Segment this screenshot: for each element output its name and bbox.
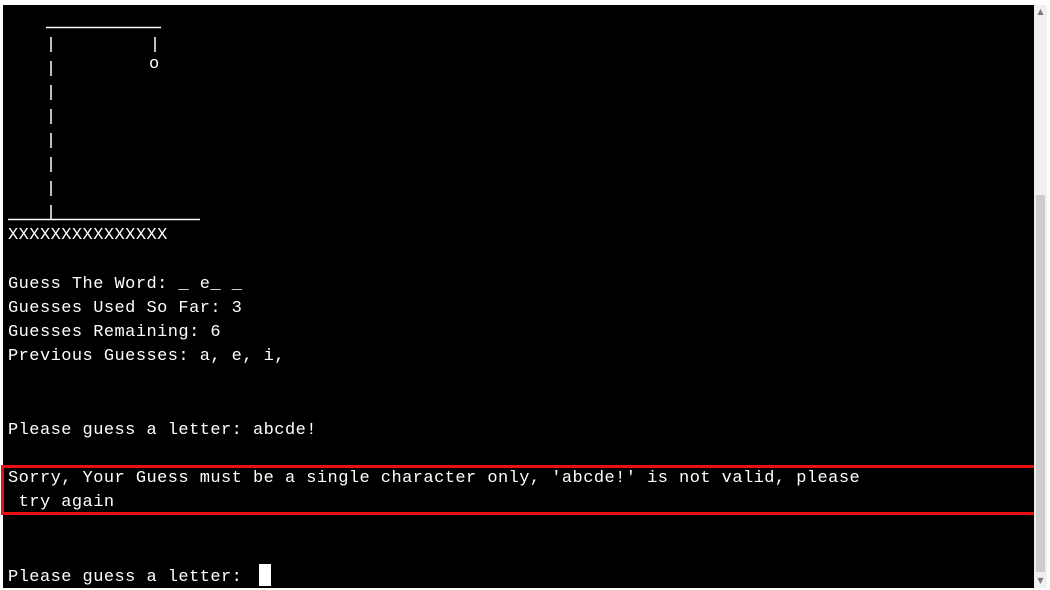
- guess-prompt-active[interactable]: Please guess a letter:: [8, 564, 271, 588]
- hangman-head: o: [149, 55, 160, 74]
- previous-guesses-line: Previous Guesses: a, e, i,: [8, 347, 285, 366]
- guess-prompt-with-input: Please guess a letter: abcde!: [8, 421, 317, 440]
- guesses-used-line: Guesses Used So Far: 3: [8, 299, 243, 318]
- scroll-up-icon[interactable]: ▲: [1034, 5, 1047, 19]
- scrollbar-thumb[interactable]: [1036, 195, 1045, 572]
- gallows-base-row: XXXXXXXXXXXXXXX: [8, 226, 168, 245]
- guess-prompt-label: Please guess a letter:: [8, 568, 253, 587]
- error-highlight-box: [1, 465, 1041, 515]
- guesses-remaining-line: Guesses Remaining: 6: [8, 323, 222, 342]
- text-cursor[interactable]: [259, 564, 271, 586]
- hangman-gallows-drawing: [8, 26, 200, 221]
- guess-word-line: Guess The Word: _ e_ _: [8, 275, 243, 294]
- scroll-down-icon[interactable]: ▼: [1034, 574, 1047, 588]
- vertical-scrollbar[interactable]: ▲ ▼: [1034, 5, 1047, 588]
